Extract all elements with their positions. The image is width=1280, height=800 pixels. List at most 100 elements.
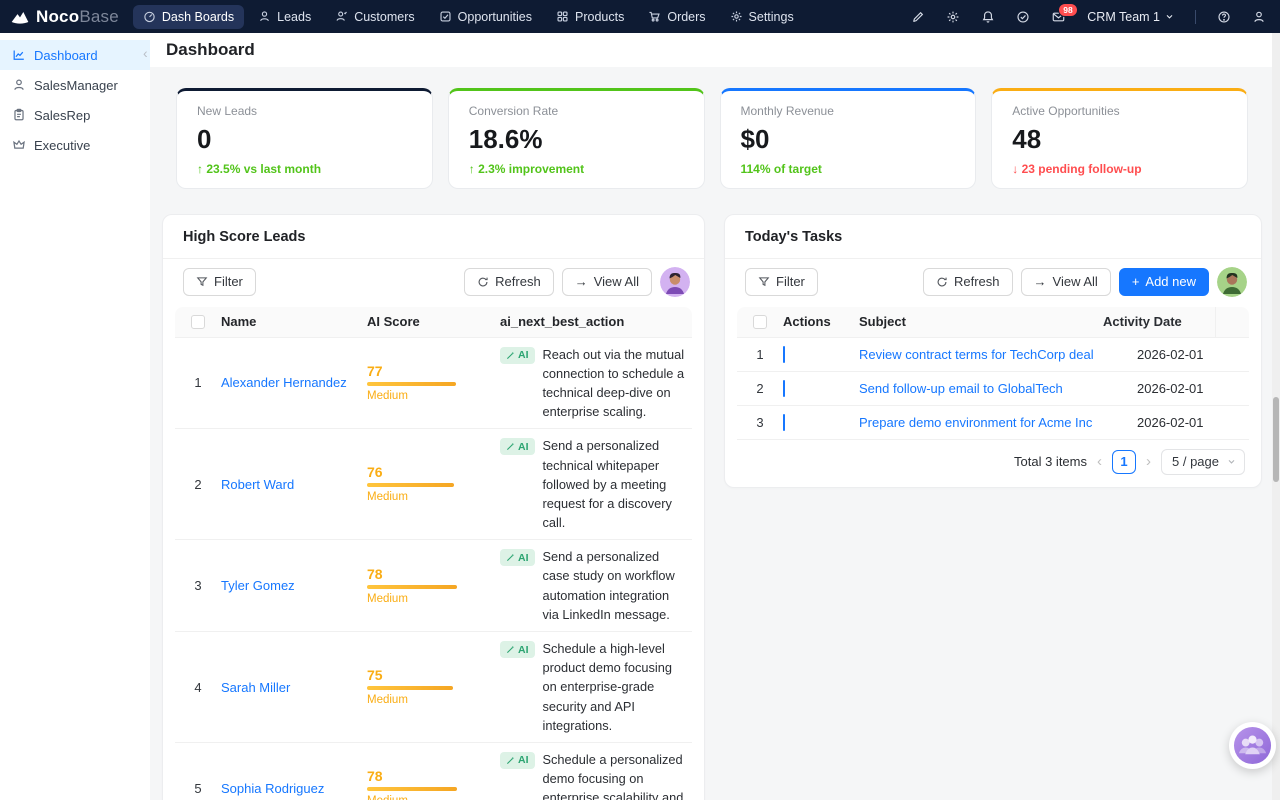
ai-score-cell: 75 Medium [367,662,500,712]
user-icon[interactable] [1252,10,1266,24]
sidebar: Dashboard SalesManager SalesRep Executiv… [0,33,150,800]
refresh-button[interactable]: Refresh [923,268,1013,296]
pagination-page-1[interactable]: 1 [1112,450,1136,474]
task-row: 2 Send follow-up email to GlobalTech 202… [737,372,1249,406]
nav-item-orders[interactable]: Orders [638,5,715,29]
ai-score-level: Medium [367,694,482,706]
task-subject-link[interactable]: Review contract terms for TechCorp deal [859,347,1094,362]
nav-item-products[interactable]: Products [546,5,634,29]
filter-funnel-icon [758,276,770,288]
next-best-action-text: Send a personalized technical whitepaper… [543,436,687,532]
leads-panel-avatar[interactable] [660,267,690,297]
next-best-action-cell: AI Send a personalized case study on wor… [500,540,692,631]
check-circle-icon[interactable] [1016,10,1030,24]
leads-panel-title: High Score Leads [183,229,305,245]
help-icon[interactable] [1217,10,1231,24]
pagination-prev[interactable]: ‹ [1095,454,1104,469]
avatar-illustration [660,267,690,297]
lead-name-link[interactable]: Sophia Rodriguez [221,781,324,796]
ai-badge-label: AI [518,644,529,656]
row-index: 2 [175,477,221,492]
refresh-icon [936,276,948,288]
team-selector[interactable]: CRM Team 1 [1087,10,1174,24]
tasks-panel-actions: Filter Refresh → View All [725,259,1261,303]
filter-button-label: Filter [776,274,805,289]
lead-name-link[interactable]: Tyler Gomez [221,578,295,593]
row-index: 1 [175,375,221,390]
view-all-button-label: View All [1053,274,1098,289]
lead-name-link[interactable]: Robert Ward [221,477,294,492]
filter-button[interactable]: Filter [745,268,818,296]
nav-item-dashboards[interactable]: Dash Boards [133,5,244,29]
nav-item-leads[interactable]: Leads [248,5,321,29]
kpi-value: 18.6% [469,125,684,154]
ai-score-bar [367,483,454,487]
customers-icon [335,10,348,23]
tasks-panel-avatar[interactable] [1217,267,1247,297]
select-all-checkbox[interactable] [191,315,205,329]
page-header: Dashboard [150,33,1280,67]
sidebar-item-executive[interactable]: Executive [0,130,150,160]
add-new-button[interactable]: + Add new [1119,268,1209,296]
ai-score-level: Medium [367,795,482,800]
select-all-checkbox[interactable] [753,315,767,329]
sidebar-collapse-toggle[interactable]: ‹ [143,45,148,61]
nav-label: Leads [277,10,311,24]
leads-table: Name AI Score ai_next_best_action 1 Alex… [175,307,692,800]
pagination-next[interactable]: › [1144,454,1153,469]
lead-row: 1 Alexander Hernandez 77 Medium AI Reach… [175,338,692,430]
sidebar-item-dashboard[interactable]: Dashboard [0,40,150,70]
person-icon [12,78,26,92]
sidebar-item-salesrep[interactable]: SalesRep [0,100,150,130]
kpi-label: New Leads [197,104,412,118]
bell-icon[interactable] [981,10,995,24]
filter-button[interactable]: Filter [183,268,256,296]
task-complete-checkbox[interactable] [783,346,785,363]
task-complete-checkbox[interactable] [783,380,785,397]
next-best-action-text: Schedule a personalized demo focusing on… [543,750,687,800]
task-row: 3 Prepare demo environment for Acme Inc … [737,406,1249,440]
row-index: 2 [737,381,783,396]
task-subject-link[interactable]: Prepare demo environment for Acme Inc [859,415,1092,430]
task-complete-checkbox[interactable] [783,414,785,431]
page-scrollbar-thumb[interactable] [1273,397,1279,482]
view-all-button[interactable]: → View All [1021,268,1111,296]
ai-badge: AI [500,347,535,364]
next-best-action-text: Reach out via the mutual connection to s… [543,345,687,422]
column-header-name: Name [221,314,367,329]
row-index: 4 [175,680,221,695]
sidebar-item-label: Dashboard [34,48,98,63]
ai-score-cell: 76 Medium [367,459,500,509]
task-subject-link[interactable]: Send follow-up email to GlobalTech [859,381,1063,396]
floating-team-avatar-button[interactable] [1229,722,1276,769]
settings-gear-icon[interactable] [946,10,960,24]
nav-item-customers[interactable]: Customers [325,5,424,29]
highlighter-icon[interactable] [911,10,925,24]
app-window: NocoBase Dash Boards Leads Customers Opp… [0,0,1280,800]
nocobase-logo[interactable]: NocoBase [10,7,119,27]
kpi-subtext: 114% of target [741,162,956,176]
tasks-table-header: Actions Subject Activity Date [737,307,1249,338]
sidebar-item-salesmanager[interactable]: SalesManager [0,70,150,100]
task-row: 1 Review contract terms for TechCorp dea… [737,338,1249,372]
refresh-button[interactable]: Refresh [464,268,554,296]
ai-badge: AI [500,641,535,658]
nocobase-logo-icon [10,9,30,25]
mail-badge: 98 [1058,3,1077,18]
view-all-button[interactable]: → View All [562,268,652,296]
nav-item-opportunities[interactable]: Opportunities [429,5,542,29]
lead-name-link[interactable]: Sarah Miller [221,680,290,695]
mail-icon[interactable]: 98 [1051,10,1066,24]
kpi-card-active-opportunities: Active Opportunities 48 ↓ 23 pending fol… [991,88,1248,189]
nav-item-settings[interactable]: Settings [720,5,804,29]
lead-name-link[interactable]: Alexander Hernandez [221,375,347,390]
ai-badge-label: AI [518,441,529,453]
magic-wand-icon [506,645,515,654]
kpi-card-new-leads: New Leads 0 ↑ 23.5% vs last month [176,88,433,189]
page-size-select[interactable]: 5 / page [1161,449,1245,475]
chevron-down-icon [1227,457,1236,466]
pagination-total: Total 3 items [1014,454,1087,469]
nav-label: Customers [354,10,414,24]
ai-badge-label: AI [518,754,529,766]
next-best-action-cell: AI Reach out via the mutual connection t… [500,338,692,429]
